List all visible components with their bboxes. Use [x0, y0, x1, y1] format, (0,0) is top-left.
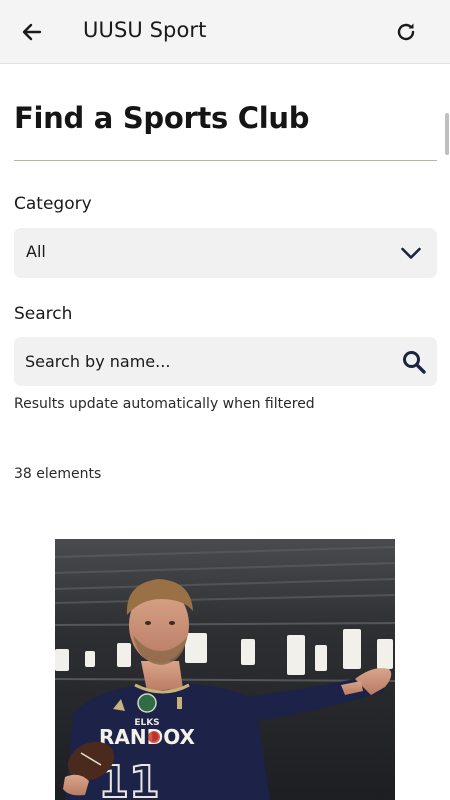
search-icon[interactable]: [401, 349, 427, 375]
search-field: [14, 337, 437, 386]
filter-hint: Results update automatically when filter…: [14, 396, 315, 412]
refresh-icon: [397, 23, 415, 41]
back-button[interactable]: [14, 14, 50, 50]
app-title: UUSU Sport: [83, 18, 207, 42]
jersey-sponsor-text: RANDOX: [99, 725, 196, 749]
chevron-down-icon: [401, 247, 421, 259]
title-divider: [14, 160, 437, 161]
search-label: Search: [14, 304, 73, 324]
app-bar: UUSU Sport: [0, 0, 450, 64]
arrow-left-icon: [22, 23, 42, 41]
search-input[interactable]: [25, 337, 385, 386]
club-photo: ELKS RANDOX 11: [55, 539, 395, 800]
refresh-button[interactable]: [388, 14, 424, 50]
scrollbar-thumb[interactable]: [445, 113, 449, 155]
category-selected-value: All: [26, 242, 46, 261]
category-select[interactable]: All: [14, 228, 437, 278]
category-label: Category: [14, 194, 92, 214]
page-title: Find a Sports Club: [14, 101, 310, 135]
app-screen: UUSU Sport Find a Sports Club Category A…: [0, 0, 450, 800]
results-count: 38 elements: [14, 466, 102, 482]
club-card-image[interactable]: ELKS RANDOX 11: [55, 539, 395, 800]
